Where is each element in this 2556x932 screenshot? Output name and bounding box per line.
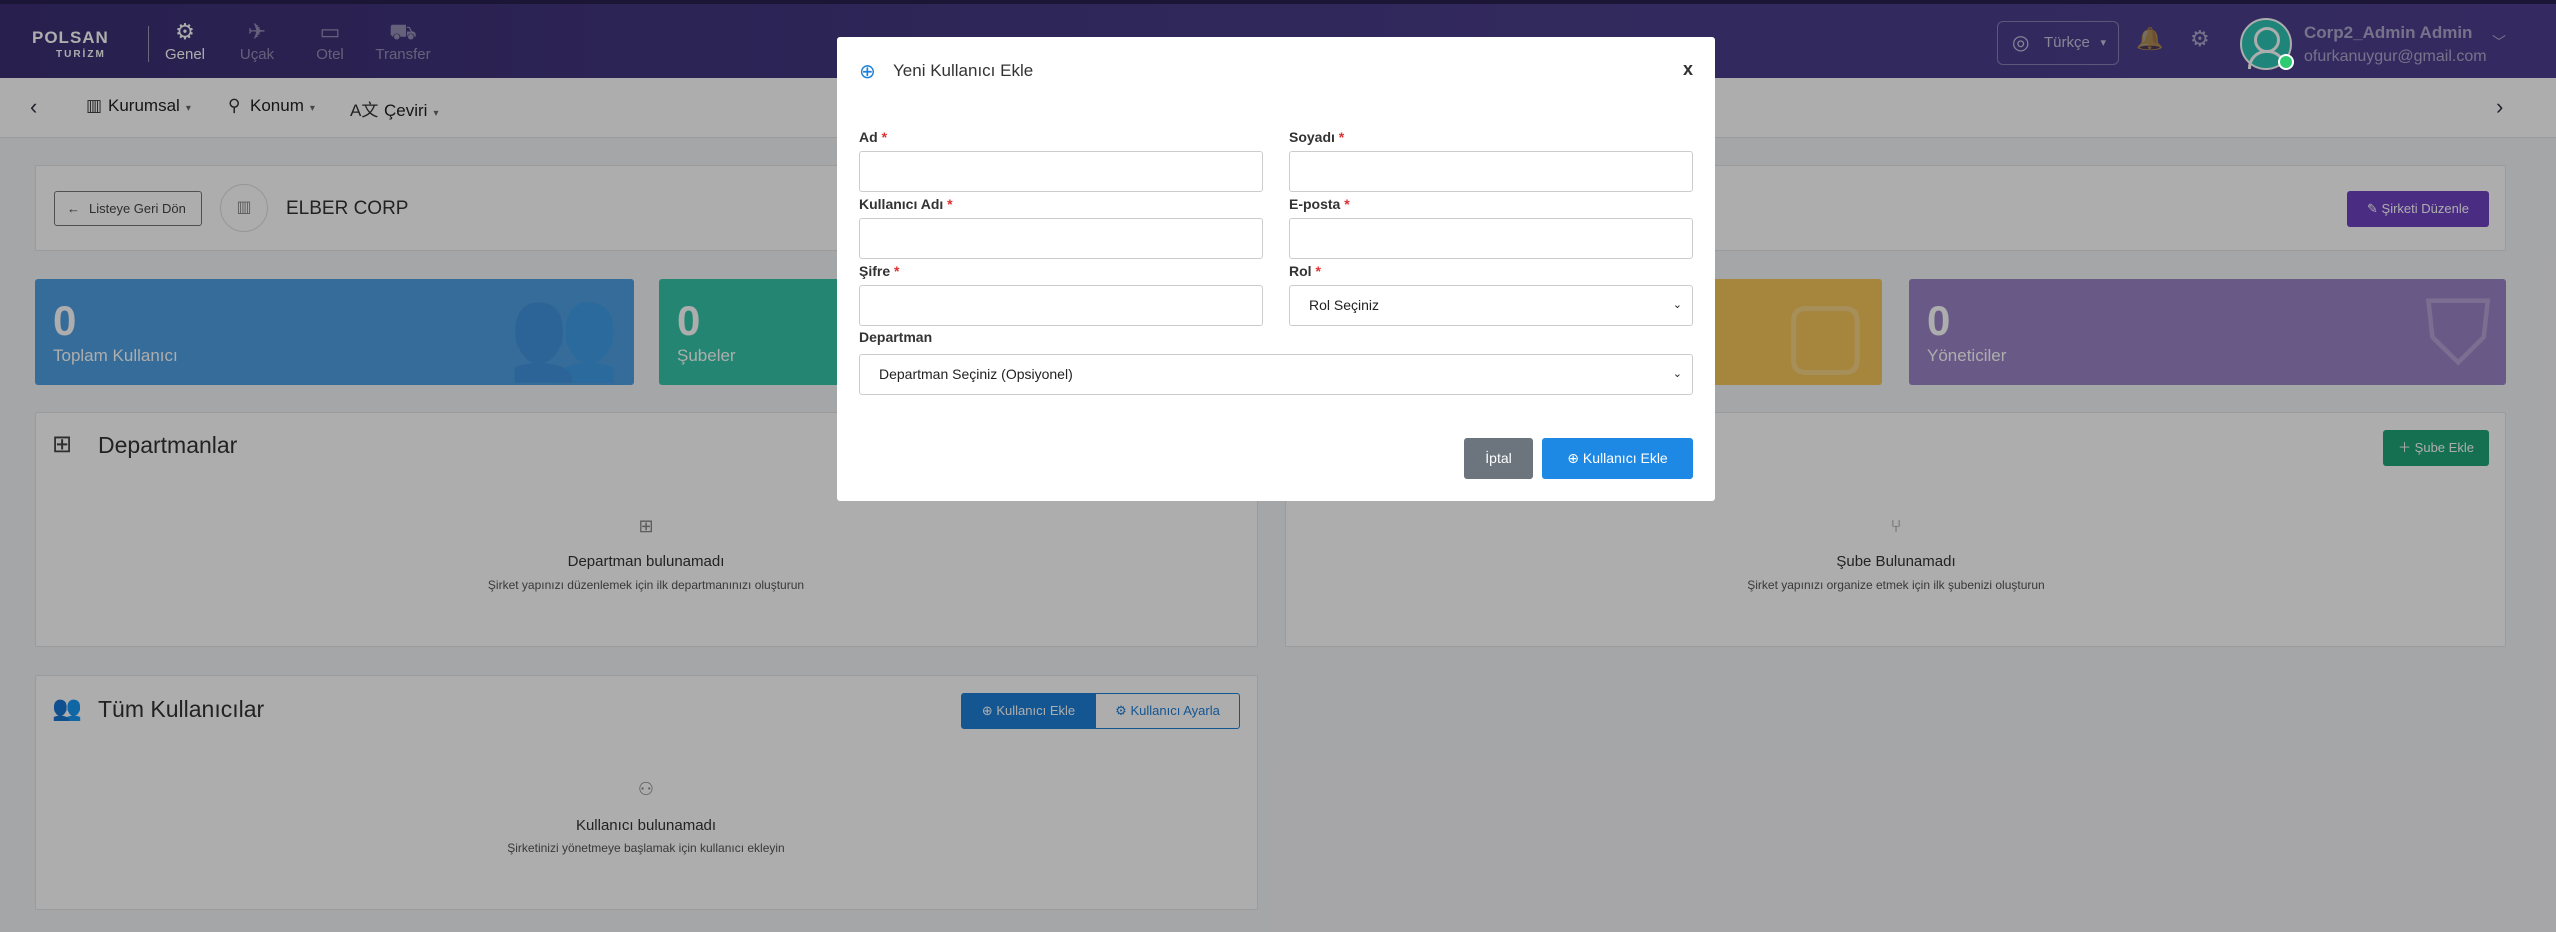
username-input[interactable] (859, 218, 1263, 259)
last-name-input[interactable] (1289, 151, 1693, 192)
close-button[interactable]: x (1683, 59, 1693, 80)
add-user-modal: ⊕ Yeni Kullanıcı Ekle x Ad * Soyadı * Ku… (837, 37, 1715, 501)
department-select[interactable]: Departman Seçiniz (Opsiyonel) ⌄ (859, 354, 1693, 395)
chevron-down-icon: ⌄ (1672, 368, 1682, 380)
user-plus-icon: ⊕ (1567, 450, 1583, 466)
password-input[interactable] (859, 285, 1263, 326)
modal-title: Yeni Kullanıcı Ekle (893, 61, 1034, 80)
role-select[interactable]: Rol Seçiniz ⌄ (1289, 285, 1693, 326)
chevron-down-icon: ⌄ (1672, 299, 1682, 311)
department-label: Departman (859, 329, 933, 345)
email-label: E-posta * (1289, 196, 1350, 212)
email-input[interactable] (1289, 218, 1693, 259)
last-name-label: Soyadı * (1289, 129, 1345, 145)
first-name-input[interactable] (859, 151, 1263, 192)
submit-add-user-button[interactable]: ⊕ Kullanıcı Ekle (1542, 438, 1693, 479)
username-label: Kullanıcı Adı * (859, 196, 953, 212)
password-label: Şifre * (859, 263, 900, 279)
cancel-button[interactable]: İptal (1464, 438, 1533, 479)
role-label: Rol * (1289, 263, 1321, 279)
online-status-dot (2278, 54, 2294, 70)
user-plus-icon: ⊕ (859, 61, 876, 83)
first-name-label: Ad * (859, 129, 888, 145)
